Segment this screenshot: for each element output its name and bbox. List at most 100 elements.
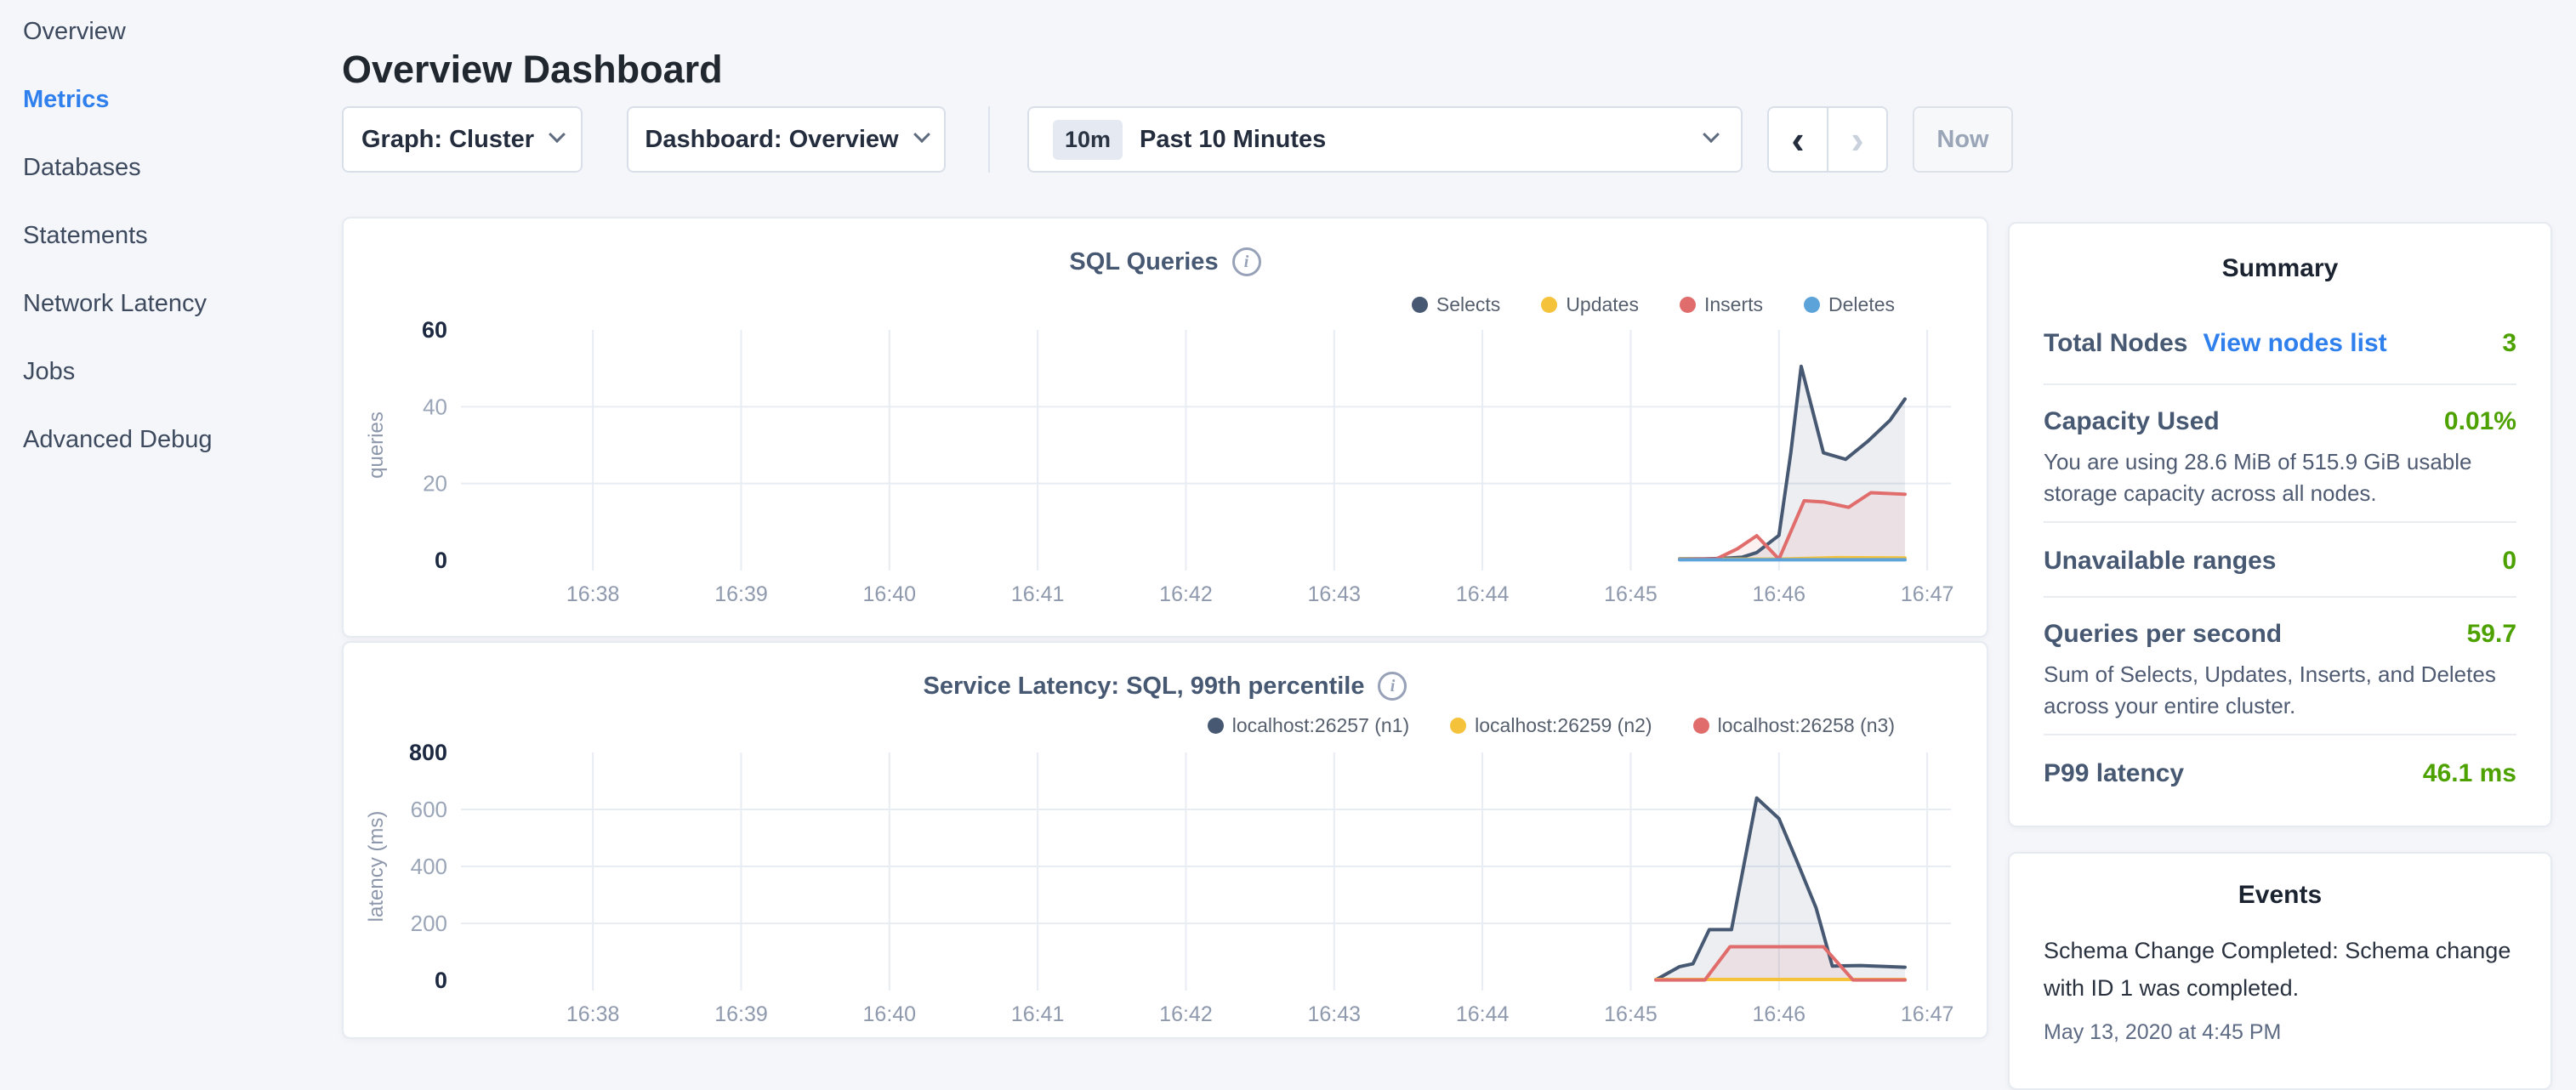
svg-text:40: 40 xyxy=(423,394,447,419)
svg-text:60: 60 xyxy=(422,317,447,343)
sidebar-item-statements[interactable]: Statements xyxy=(23,221,213,250)
legend-dot-icon xyxy=(1680,297,1696,313)
legend-dot-icon xyxy=(1450,718,1466,734)
svg-text:16:42: 16:42 xyxy=(1159,582,1213,606)
legend-item[interactable]: Updates xyxy=(1541,293,1639,316)
svg-text:16:39: 16:39 xyxy=(714,582,768,606)
divider xyxy=(2044,734,2516,735)
svg-text:latency (ms): latency (ms) xyxy=(365,811,388,923)
chevron-right-icon: › xyxy=(1851,116,1863,162)
legend-dot-icon xyxy=(1208,718,1224,734)
p99-latency-value: 46.1 ms xyxy=(2423,759,2516,788)
svg-text:16:41: 16:41 xyxy=(1011,1002,1065,1026)
total-nodes-label: Total Nodes View nodes list xyxy=(2044,329,2387,358)
sidebar-item-network-latency[interactable]: Network Latency xyxy=(23,289,213,318)
dashboard-dropdown-label: Dashboard: Overview xyxy=(645,126,898,154)
legend-item[interactable]: localhost:26257 (n1) xyxy=(1208,714,1409,737)
events-panel: Events Schema Change Completed: Schema c… xyxy=(2008,852,2552,1090)
legend-label: Updates xyxy=(1566,293,1639,316)
legend-label: Inserts xyxy=(1704,293,1763,316)
svg-text:600: 600 xyxy=(411,797,447,822)
service-latency-chart-card: Service Latency: SQL, 99th percentile i … xyxy=(342,641,1988,1039)
info-icon[interactable]: i xyxy=(1378,672,1407,701)
time-range-dropdown[interactable]: 10m Past 10 Minutes xyxy=(1027,106,1743,173)
legend-item[interactable]: localhost:26258 (n3) xyxy=(1693,714,1895,737)
legend-label: localhost:26259 (n2) xyxy=(1475,714,1652,737)
svg-text:16:47: 16:47 xyxy=(1901,1002,1954,1026)
svg-text:16:40: 16:40 xyxy=(863,1002,917,1026)
svg-text:800: 800 xyxy=(409,740,447,765)
svg-text:16:43: 16:43 xyxy=(1308,582,1362,606)
legend-label: localhost:26258 (n3) xyxy=(1718,714,1895,737)
legend-dot-icon xyxy=(1804,297,1820,313)
svg-text:16:44: 16:44 xyxy=(1456,582,1510,606)
divider xyxy=(2044,521,2516,523)
svg-text:queries: queries xyxy=(365,412,388,479)
legend-item[interactable]: localhost:26259 (n2) xyxy=(1450,714,1652,737)
capacity-used-label: Capacity Used xyxy=(2044,407,2220,436)
chevron-down-icon xyxy=(1703,126,1720,143)
controls-divider xyxy=(988,106,990,173)
qps-description: Sum of Selects, Updates, Inserts, and De… xyxy=(2044,659,2524,722)
sidebar-item-metrics[interactable]: Metrics xyxy=(23,85,213,114)
legend-label: Deletes xyxy=(1828,293,1895,316)
graph-scope-dropdown[interactable]: Graph: Cluster xyxy=(342,106,583,173)
view-nodes-list-link[interactable]: View nodes list xyxy=(2203,329,2386,357)
svg-text:16:46: 16:46 xyxy=(1752,582,1805,606)
total-nodes-value: 3 xyxy=(2502,329,2516,358)
sidebar-item-overview[interactable]: Overview xyxy=(23,17,213,46)
now-button[interactable]: Now xyxy=(1913,106,2013,173)
svg-text:16:40: 16:40 xyxy=(863,582,917,606)
sidebar-item-advanced-debug[interactable]: Advanced Debug xyxy=(23,425,213,454)
time-prev-button[interactable]: ‹ xyxy=(1767,106,1828,173)
summary-title: Summary xyxy=(2010,254,2550,283)
svg-text:16:42: 16:42 xyxy=(1159,1002,1213,1026)
sql-queries-svg: 16:3816:3916:4016:4116:4216:4316:4416:45… xyxy=(344,219,1987,636)
event-timestamp: May 13, 2020 at 4:45 PM xyxy=(2044,1020,2281,1045)
sql-queries-plot[interactable]: 16:3816:3916:4016:4116:4216:4316:4416:45… xyxy=(344,219,1987,636)
svg-text:0: 0 xyxy=(435,548,447,573)
svg-text:16:45: 16:45 xyxy=(1604,582,1658,606)
dashboard-dropdown[interactable]: Dashboard: Overview xyxy=(627,106,946,173)
capacity-used-description: You are using 28.6 MiB of 515.9 GiB usab… xyxy=(2044,446,2524,509)
svg-text:16:45: 16:45 xyxy=(1604,1002,1658,1026)
chevron-down-icon xyxy=(913,126,930,143)
legend-dot-icon xyxy=(1693,718,1709,734)
service-latency-sql-99th-percentile-svg: 16:3816:3916:4016:4116:4216:4316:4416:45… xyxy=(344,643,1987,1037)
qps-value: 59.7 xyxy=(2467,620,2516,649)
chart-legend: Selects Updates Inserts Deletes xyxy=(1412,293,1895,316)
svg-text:16:41: 16:41 xyxy=(1011,582,1065,606)
svg-text:200: 200 xyxy=(411,911,447,936)
divider xyxy=(2044,596,2516,598)
legend-item[interactable]: Selects xyxy=(1412,293,1500,316)
event-item[interactable]: Schema Change Completed: Schema change w… xyxy=(2044,932,2528,1007)
p99-latency-label: P99 latency xyxy=(2044,759,2184,788)
svg-text:16:39: 16:39 xyxy=(714,1002,768,1026)
svg-text:0: 0 xyxy=(435,968,447,993)
sidebar: Overview Metrics Databases Statements Ne… xyxy=(23,17,213,454)
chevron-down-icon xyxy=(549,126,566,143)
svg-text:400: 400 xyxy=(411,854,447,879)
legend-label: Selects xyxy=(1436,293,1500,316)
service-latency-plot[interactable]: 16:3816:3916:4016:4116:4216:4316:4416:45… xyxy=(344,643,1987,1037)
page-title: Overview Dashboard xyxy=(342,48,723,92)
info-icon[interactable]: i xyxy=(1232,247,1261,276)
time-range-badge: 10m xyxy=(1053,120,1123,160)
total-nodes-text: Total Nodes xyxy=(2044,329,2187,357)
graph-scope-dropdown-label: Graph: Cluster xyxy=(361,126,534,154)
legend-item[interactable]: Deletes xyxy=(1804,293,1895,316)
chart-title: SQL Queries xyxy=(1069,248,1218,276)
sidebar-item-databases[interactable]: Databases xyxy=(23,153,213,182)
svg-text:16:44: 16:44 xyxy=(1456,1002,1510,1026)
legend-item[interactable]: Inserts xyxy=(1680,293,1763,316)
chevron-left-icon: ‹ xyxy=(1791,116,1804,162)
sidebar-item-jobs[interactable]: Jobs xyxy=(23,357,213,386)
time-range-label: Past 10 Minutes xyxy=(1140,126,1326,154)
unavailable-ranges-label: Unavailable ranges xyxy=(2044,547,2276,576)
qps-label: Queries per second xyxy=(2044,620,2282,649)
time-next-button[interactable]: › xyxy=(1827,106,1888,173)
legend-label: localhost:26257 (n1) xyxy=(1232,714,1409,737)
chart-legend: localhost:26257 (n1) localhost:26259 (n2)… xyxy=(1208,714,1895,737)
unavailable-ranges-value: 0 xyxy=(2502,547,2516,576)
svg-text:16:47: 16:47 xyxy=(1901,582,1954,606)
